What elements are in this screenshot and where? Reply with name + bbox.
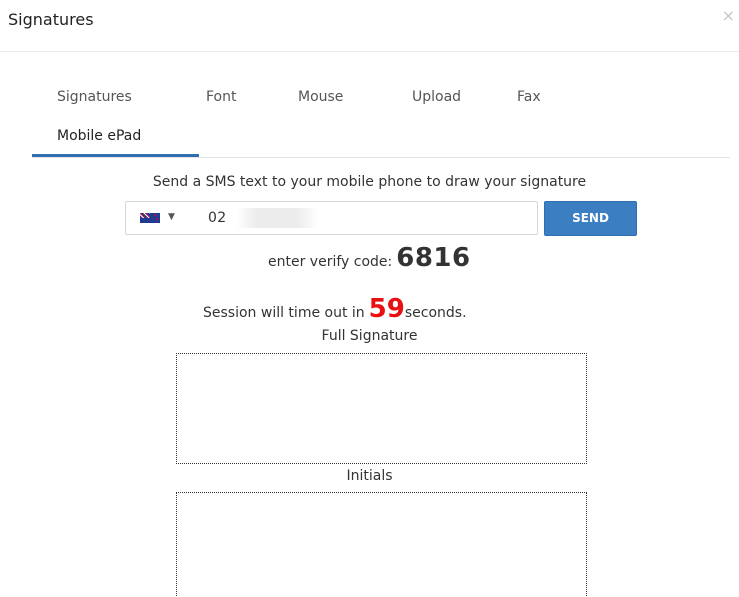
chevron-down-icon: ▼ [168,212,175,222]
initials-pad[interactable] [176,492,587,597]
verify-code-label: enter verify code: [268,254,393,270]
tab-signatures[interactable]: Signatures [57,89,132,105]
new-zealand-flag-icon: ✦ ✦ [140,213,160,223]
session-timeout: Session will time out in 59seconds. [203,294,467,324]
tab-fax[interactable]: Fax [517,89,541,105]
full-signature-label: Full Signature [321,328,418,344]
initials-label: Initials [346,468,393,484]
tab-upload[interactable]: Upload [412,89,461,105]
timeout-countdown: 59 [368,294,405,324]
close-icon[interactable]: × [722,6,735,25]
redacted-digits [236,208,318,228]
tab-mobile-epad[interactable]: Mobile ePad [57,128,141,144]
full-signature-pad[interactable] [176,353,587,464]
timeout-prefix: Session will time out in [203,305,365,321]
signature-tabs: Signatures Font Mouse Upload Fax Mobile … [32,78,730,158]
send-button[interactable]: SEND [544,201,637,236]
active-tab-indicator [32,154,199,157]
country-selector[interactable]: ✦ ✦ ▼ [126,202,192,234]
verify-code: 6816 [396,243,471,273]
dialog-header: Signatures × [0,0,739,52]
phone-input-group: ✦ ✦ ▼ [125,201,538,235]
verify-code-line: enter verify code: 6816 [268,243,471,273]
sms-instruction: Send a SMS text to your mobile phone to … [152,174,587,190]
tab-mouse[interactable]: Mouse [298,89,343,105]
dialog-title: Signatures [8,10,94,29]
tab-font[interactable]: Font [206,89,236,105]
timeout-suffix: seconds. [404,305,467,321]
